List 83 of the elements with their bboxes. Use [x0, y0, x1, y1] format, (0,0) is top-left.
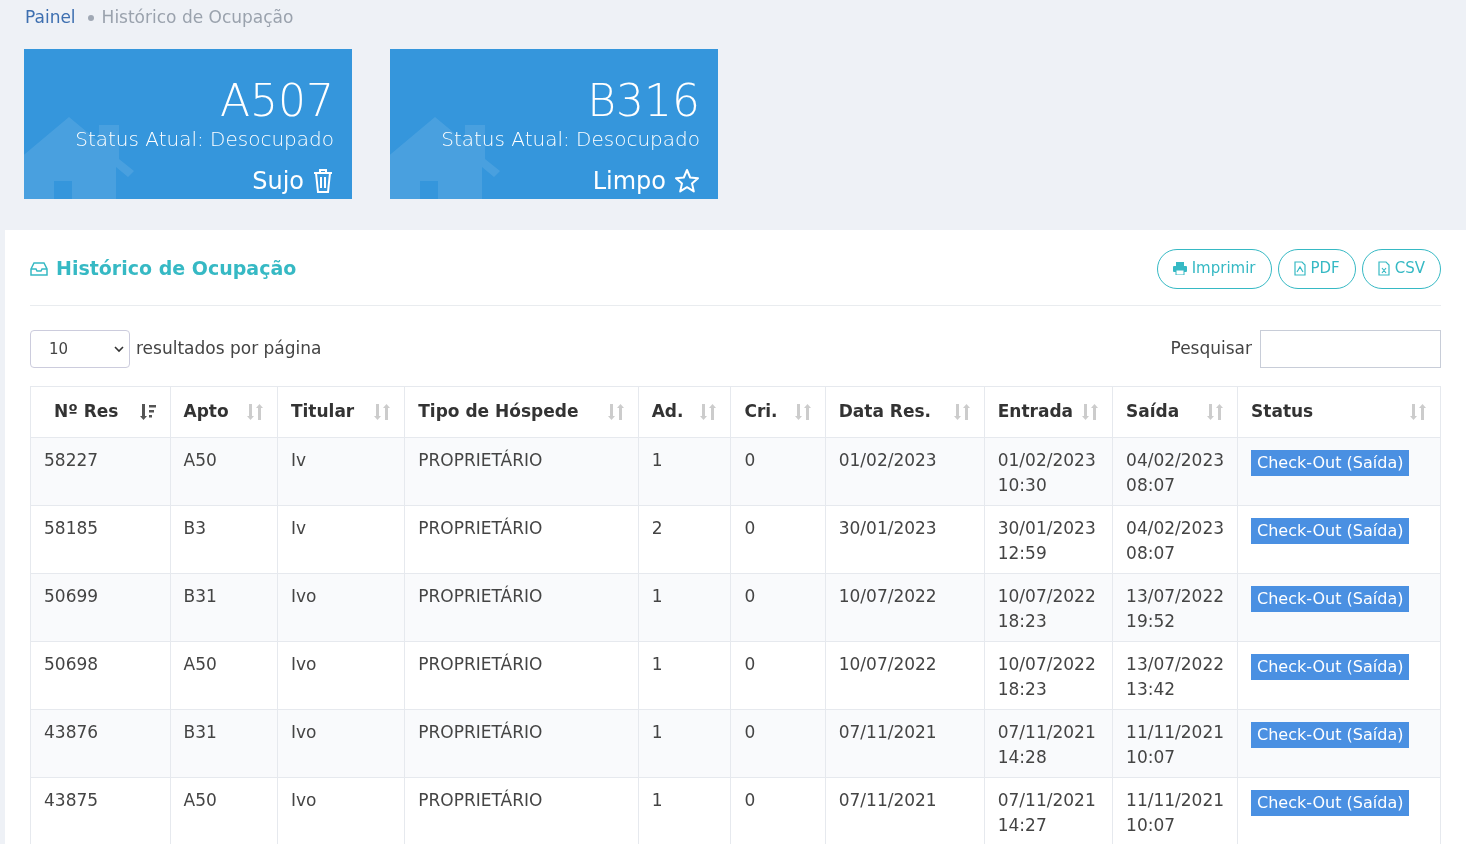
table-cell: 13/07/2022 19:52: [1112, 573, 1238, 642]
table-cell: 07/11/2021 14:28: [984, 709, 1113, 778]
table-cell: Iv: [277, 505, 405, 574]
table-cell: 01/02/2023 10:30: [984, 437, 1113, 506]
table-cell: Iv: [277, 437, 405, 506]
status-badge: Check-Out (Saída): [1251, 790, 1410, 816]
chevron-down-icon: [113, 345, 125, 353]
column-header[interactable]: Data Res.: [825, 386, 985, 438]
table-cell: Ivo: [277, 573, 405, 642]
trash-icon: [312, 168, 334, 194]
column-header[interactable]: Nº Res: [30, 386, 170, 438]
star-icon: [674, 168, 700, 194]
table-cell: 1: [638, 437, 731, 506]
table-cell: PROPRIETÁRIO: [404, 641, 639, 710]
room-code: A507: [219, 75, 334, 127]
inbox-icon: [30, 260, 48, 277]
search-field[interactable]: [1260, 330, 1441, 368]
table-cell: 13/07/2022 13:42: [1112, 641, 1238, 710]
table-cell: 30/01/2023: [825, 505, 985, 574]
column-header[interactable]: Titular: [277, 386, 405, 438]
page-size-select[interactable]: 10: [30, 330, 130, 368]
table-cell: 50699: [30, 573, 170, 642]
table-cell: 2: [638, 505, 731, 574]
table-cell: 1: [638, 641, 731, 710]
table-cell: Ivo: [277, 641, 405, 710]
status-badge: Check-Out (Saída): [1251, 654, 1410, 680]
table-cell: 10/07/2022 18:23: [984, 573, 1113, 642]
column-header[interactable]: Entrada: [984, 386, 1113, 438]
table-cell: 0: [730, 505, 826, 574]
breadcrumb-link[interactable]: Painel: [25, 5, 76, 31]
status-badge: Check-Out (Saída): [1251, 586, 1410, 612]
spreadsheet-file-icon: [1377, 261, 1390, 276]
column-header[interactable]: Cri.: [730, 386, 826, 438]
room-condition: Sujo: [252, 167, 304, 195]
status-badge: Check-Out (Saída): [1251, 450, 1410, 476]
table-cell: 0: [730, 709, 826, 778]
table-cell: 04/02/2023 08:07: [1112, 437, 1238, 506]
table-cell: PROPRIETÁRIO: [404, 437, 639, 506]
table-cell: 43875: [30, 777, 170, 844]
table-cell: 11/11/2021 10:07: [1112, 709, 1238, 778]
column-header[interactable]: Saída: [1112, 386, 1238, 438]
status-badge: Check-Out (Saída): [1251, 722, 1410, 748]
column-header[interactable]: Apto: [170, 386, 278, 438]
table-cell: 04/02/2023 08:07: [1112, 505, 1238, 574]
room-code: B316: [587, 75, 700, 127]
table-cell: 30/01/2023 12:59: [984, 505, 1113, 574]
room-status: Status Atual: Desocupado: [75, 127, 334, 151]
table-cell: 1: [638, 573, 731, 642]
table-cell: 58227: [30, 437, 170, 506]
table-cell: PROPRIETÁRIO: [404, 505, 639, 574]
table-cell: 0: [730, 573, 826, 642]
panel-title: Histórico de Ocupação: [56, 256, 297, 282]
breadcrumb-separator-icon: [87, 15, 94, 21]
table-cell: 1: [638, 709, 731, 778]
table-cell: B31: [170, 573, 278, 642]
table-cell: B31: [170, 709, 278, 778]
table-cell: PROPRIETÁRIO: [404, 573, 639, 642]
table-cell: 0: [730, 641, 826, 710]
room-condition: Limpo: [592, 167, 666, 195]
status-badge: Check-Out (Saída): [1251, 518, 1410, 544]
table-cell: Ivo: [277, 709, 405, 778]
table-cell: 10/07/2022: [825, 573, 985, 642]
table-cell: 43876: [30, 709, 170, 778]
table-cell: 10/07/2022: [825, 641, 985, 710]
table-cell: 0: [730, 437, 826, 506]
table-cell: B3: [170, 505, 278, 574]
table-cell: 07/11/2021: [825, 709, 985, 778]
table-cell: A50: [170, 641, 278, 710]
page-size-label: resultados por página: [136, 337, 322, 361]
table-cell: A50: [170, 437, 278, 506]
room-status: Status Atual: Desocupado: [441, 127, 700, 151]
search-label: Pesquisar: [1170, 337, 1252, 361]
pdf-file-icon: [1293, 261, 1306, 276]
table-cell: 10/07/2022 18:23: [984, 641, 1113, 710]
table-cell: 50698: [30, 641, 170, 710]
column-header[interactable]: Status: [1237, 386, 1441, 438]
column-header[interactable]: Ad.: [638, 386, 731, 438]
table-cell: PROPRIETÁRIO: [404, 709, 639, 778]
printer-icon: [1172, 262, 1187, 275]
column-header[interactable]: Tipo de Hóspede: [404, 386, 639, 438]
table-cell: 58185: [30, 505, 170, 574]
table-cell: 01/02/2023: [825, 437, 985, 506]
breadcrumb-current: Histórico de Ocupação: [101, 6, 294, 30]
